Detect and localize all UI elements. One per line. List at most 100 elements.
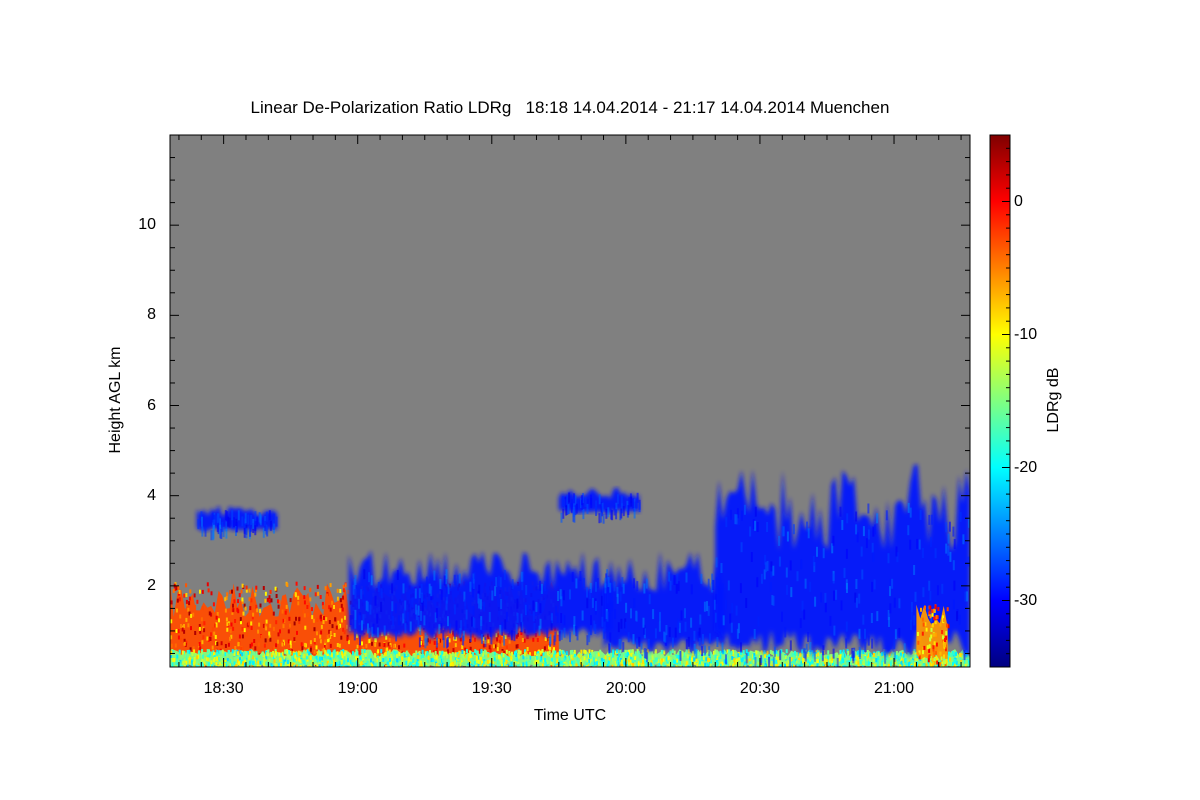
ldr-streak	[453, 574, 456, 585]
ldr-speckle	[459, 661, 462, 666]
ldr-speckle	[674, 656, 677, 661]
ldr-streak	[453, 604, 456, 615]
ldr-speckle	[469, 646, 472, 651]
ldr-streak	[608, 643, 611, 654]
ldr-streak	[573, 493, 576, 504]
ldr-speckle	[942, 635, 944, 640]
ldr-speckle	[172, 588, 175, 593]
ldr-streak	[556, 612, 559, 623]
ldr-speckle	[429, 650, 431, 655]
ldr-speckle	[952, 661, 954, 666]
ldr-streak	[377, 582, 380, 592]
ldr-streak	[225, 528, 228, 539]
ldr-streak	[404, 623, 407, 634]
ldr-speckle	[360, 660, 363, 665]
ldr-speckle	[337, 624, 340, 629]
ldr-speckle	[385, 635, 388, 640]
ldr-speckle	[356, 644, 359, 649]
ldr-speckle	[370, 658, 372, 663]
ldr-streak	[914, 591, 917, 602]
ldr-streak	[560, 629, 563, 640]
ldr-speckle	[337, 620, 340, 625]
ldr-speckle	[224, 644, 227, 648]
ldr-streak	[891, 578, 894, 589]
ldr-streak	[867, 529, 870, 540]
ldr-streak	[464, 599, 467, 610]
ldr-speckle	[895, 661, 898, 665]
ldr-speckle	[250, 653, 253, 658]
ldr-speckle	[808, 661, 811, 666]
ldr-speckle	[771, 650, 774, 655]
ldr-streak	[803, 609, 806, 620]
ldr-speckle	[275, 594, 278, 598]
ldr-streak	[704, 645, 706, 656]
ldr-speckle	[236, 651, 239, 656]
ldr-speckle	[279, 657, 281, 662]
ldr-speckle	[499, 636, 502, 641]
ldr-streak	[376, 627, 379, 638]
ldr-streak	[636, 638, 638, 649]
ldr-speckle	[496, 647, 499, 651]
ldr-streak	[613, 581, 616, 592]
ldr-speckle	[461, 650, 464, 654]
ldr-streak	[590, 615, 592, 626]
ldr-streak	[510, 630, 513, 641]
ldr-speckle	[238, 667, 240, 671]
ldr-speckle	[488, 645, 491, 650]
ldr-speckle	[819, 662, 822, 667]
ldr-streak	[550, 612, 553, 623]
ldr-speckle	[180, 638, 183, 643]
ldr-speckle	[596, 661, 598, 666]
ldr-speckle	[723, 650, 726, 655]
ldr-speckle	[327, 649, 330, 654]
ldr-speckle	[552, 662, 555, 667]
ldr-streak	[433, 570, 436, 581]
ldr-streak	[792, 524, 795, 535]
ldr-speckle	[492, 652, 495, 657]
ldr-speckle	[916, 632, 919, 636]
ldr-speckle	[317, 591, 320, 596]
ldr-speckle	[216, 656, 219, 661]
ldr-streak	[349, 615, 352, 626]
ldr-speckle	[873, 653, 875, 657]
ldr-streak	[484, 637, 487, 648]
ldr-streak	[685, 572, 688, 583]
ldr-speckle	[967, 655, 970, 660]
ldr-speckle	[405, 650, 408, 655]
ldr-streak	[871, 638, 874, 649]
ldr-streak	[559, 589, 562, 600]
ldr-speckle	[265, 661, 268, 666]
ldr-speckle	[239, 617, 242, 622]
ldr-speckle	[639, 654, 642, 659]
ldr-streak	[501, 621, 504, 632]
ldr-speckle	[660, 654, 663, 659]
ldr-streak	[770, 561, 773, 572]
ldr-streak	[491, 590, 494, 601]
ldr-speckle	[332, 653, 335, 658]
ldr-speckle	[306, 661, 309, 666]
ldr-speckle	[663, 650, 666, 655]
ldr-speckle	[867, 667, 869, 671]
ldr-speckle	[243, 628, 246, 633]
ldr-streak	[809, 642, 812, 652]
ldr-speckle	[275, 620, 278, 625]
ldr-speckle	[412, 659, 415, 663]
ldr-speckle	[449, 657, 452, 662]
ldr-speckle	[343, 630, 346, 635]
ldr-speckle	[948, 651, 950, 656]
ldr-speckle	[533, 665, 536, 667]
ldr-speckle	[940, 656, 943, 661]
ldr-speckle	[422, 653, 425, 658]
ldr-speckle	[508, 652, 511, 657]
ldr-streak	[658, 621, 661, 632]
ldr-speckle	[571, 649, 574, 654]
ldr-streak	[801, 600, 804, 611]
ldr-speckle	[836, 653, 839, 658]
ldr-speckle	[648, 655, 651, 660]
ldr-speckle	[187, 607, 190, 612]
ldr-speckle	[859, 659, 862, 664]
ldr-streak	[415, 604, 418, 615]
ldr-streak	[212, 530, 215, 541]
ldr-speckle	[533, 660, 536, 665]
ldr-streak	[615, 509, 618, 520]
